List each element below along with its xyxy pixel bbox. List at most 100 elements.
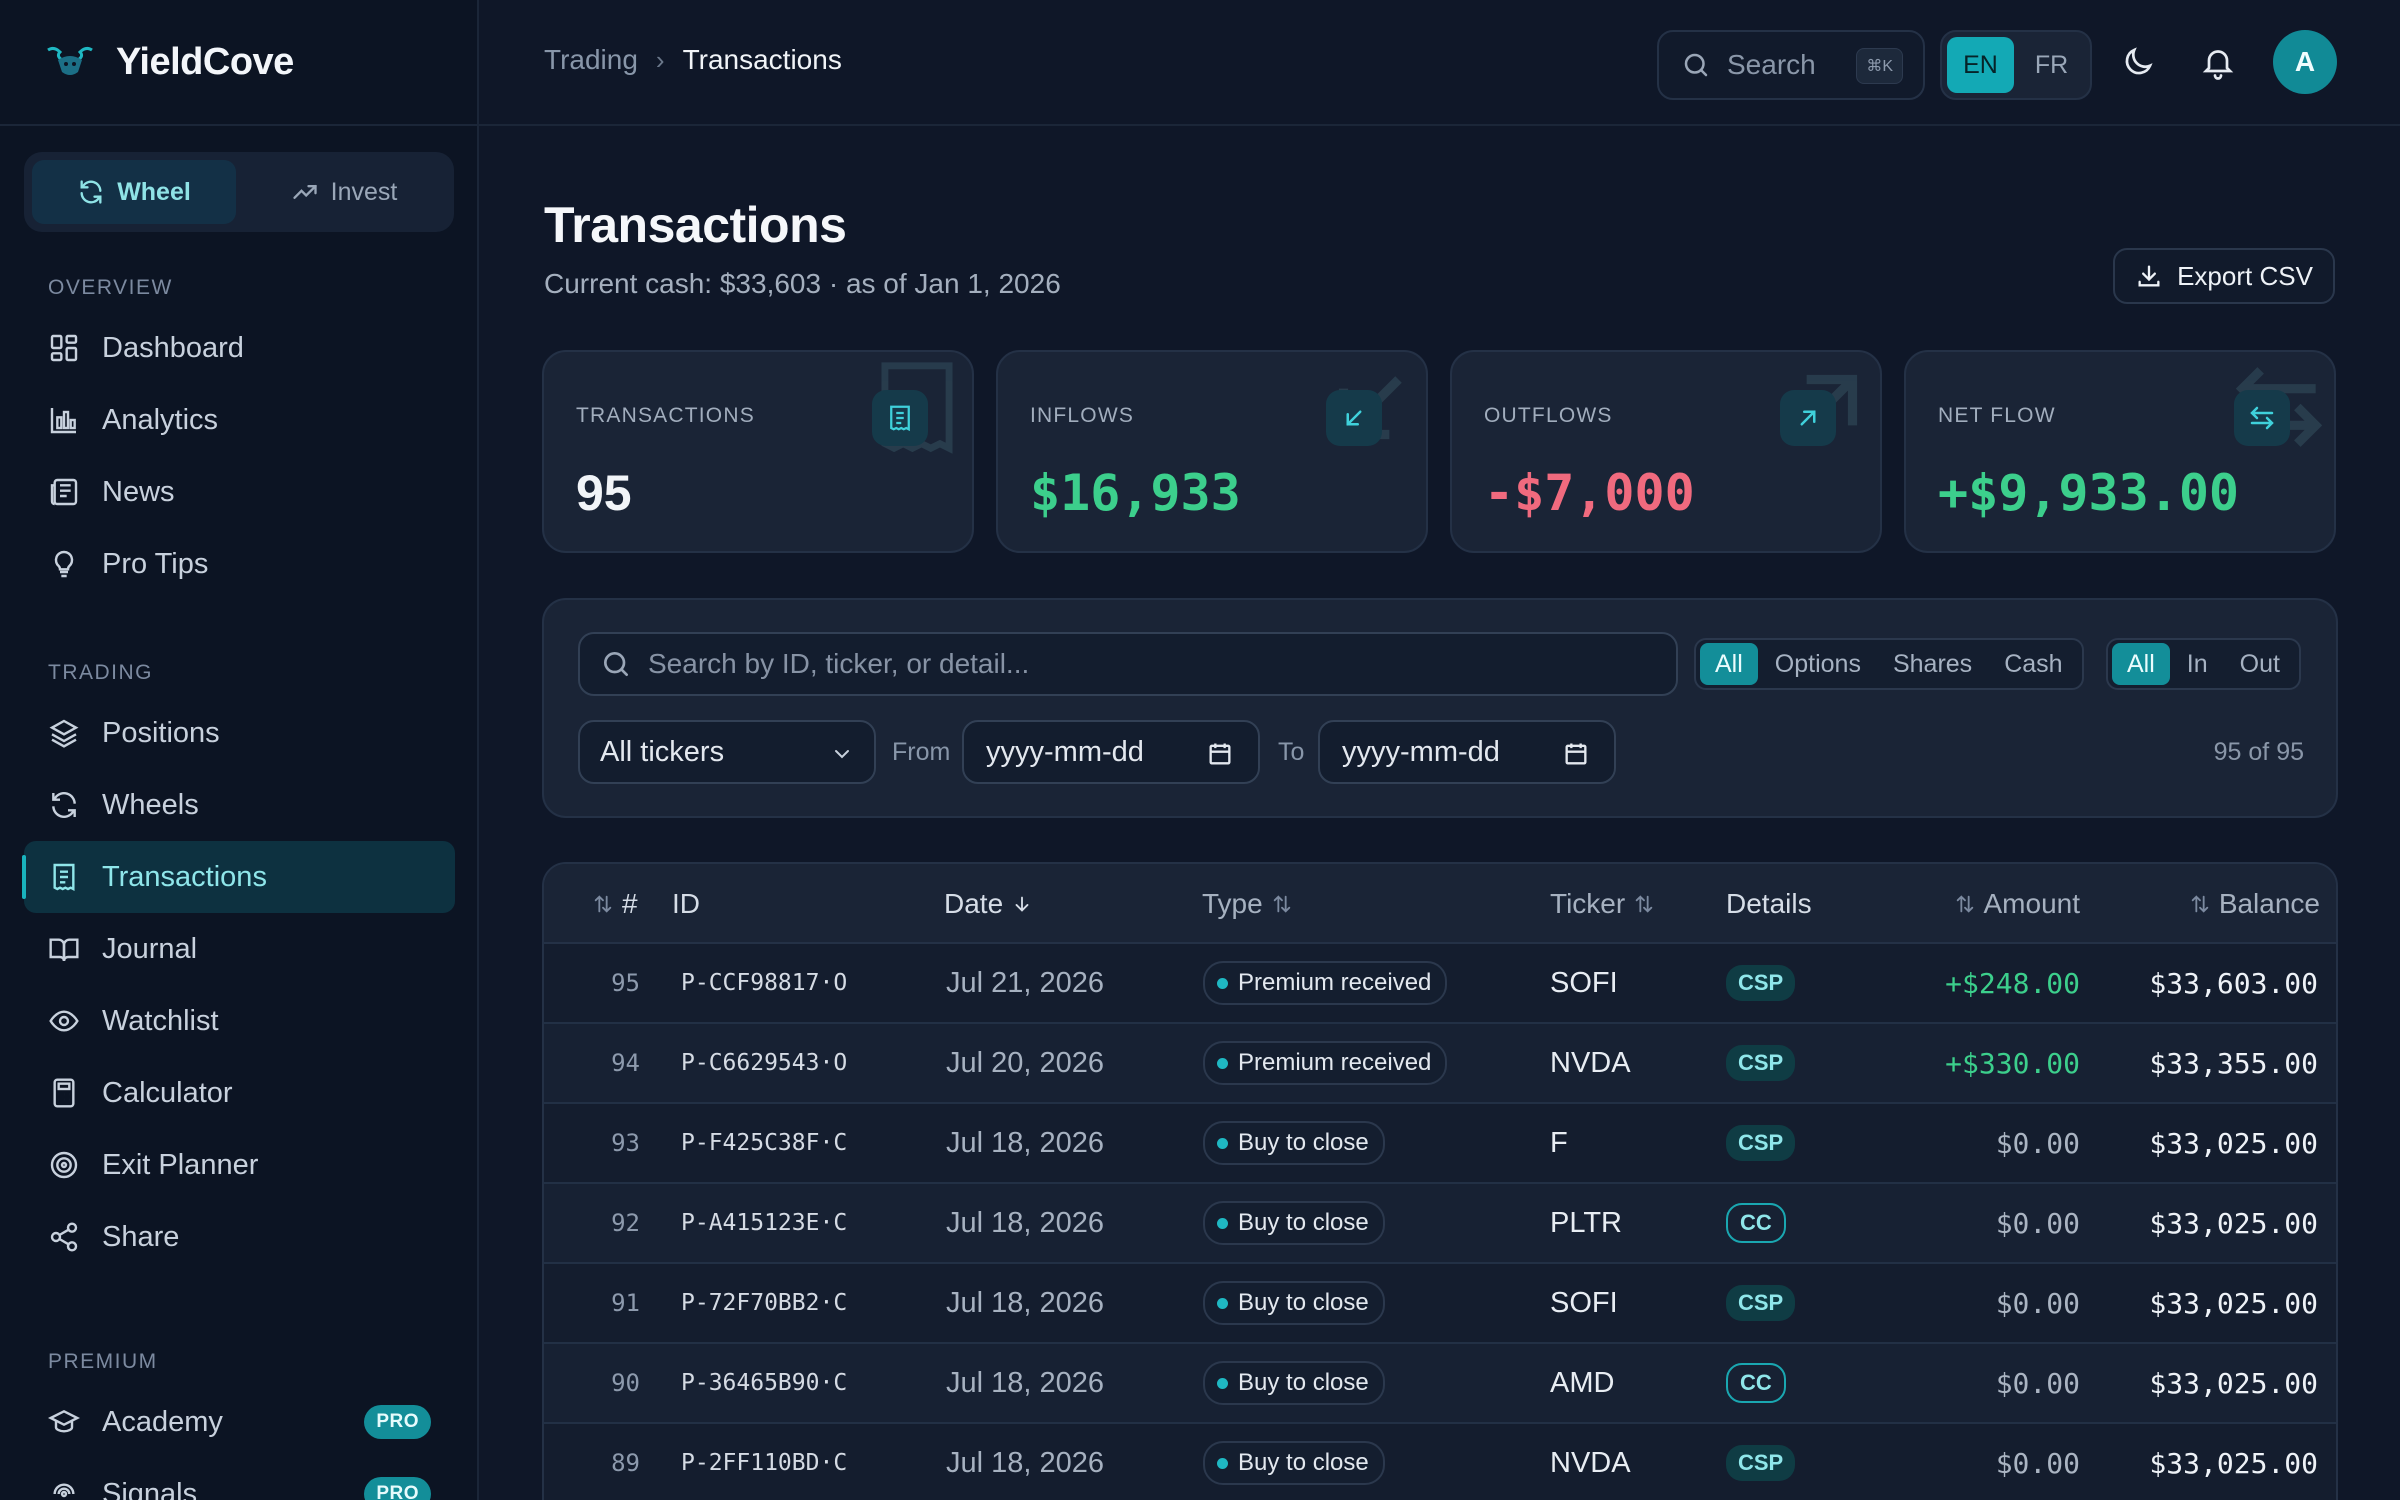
- transaction-id: P-2FF110BD·C: [681, 1450, 848, 1476]
- refresh-icon: [80, 180, 102, 204]
- nav-heading-overview: OVERVIEW: [48, 276, 173, 299]
- type-label: Premium received: [1238, 969, 1432, 996]
- sidebar-item-label: Analytics: [102, 403, 219, 436]
- status-dot: [1217, 1377, 1228, 1389]
- direction-all-button[interactable]: All: [2112, 643, 2170, 685]
- pro-badge: PRO: [364, 1405, 431, 1439]
- transaction-type: Buy to close: [1203, 1104, 1385, 1182]
- transaction-type: Buy to close: [1203, 1184, 1385, 1262]
- table-row[interactable]: 91 P-72F70BB2·C Jul 18, 2026 Buy to close SO…: [544, 1264, 2336, 1344]
- stat-value: -$7,000: [1484, 464, 1695, 522]
- from-date-placeholder: yyyy-mm-dd: [986, 735, 1144, 768]
- transaction-id: P-F425C38F·C: [681, 1130, 848, 1156]
- language-fr-button[interactable]: FR: [2018, 37, 2085, 93]
- balance: $33,025.00: [2149, 1206, 2318, 1240]
- strategy-tag: CSP: [1726, 965, 1796, 1001]
- column-header-details: Details: [1726, 888, 1812, 920]
- balance: $33,025.00: [2149, 1446, 2318, 1480]
- sidebar-item-wheels[interactable]: Wheels: [24, 769, 455, 841]
- dashboard-icon: [50, 334, 78, 362]
- details: CC: [1726, 1184, 1786, 1262]
- column-label: Details: [1726, 888, 1812, 919]
- transaction-type: Buy to close: [1203, 1424, 1385, 1500]
- ticker-select[interactable]: All tickers: [578, 720, 876, 784]
- graduation-cap-icon: [48, 1409, 80, 1433]
- amount: +$248.00: [1945, 966, 2080, 1000]
- transaction-date: Jul 18, 2026: [946, 1126, 1105, 1159]
- transaction-search-input[interactable]: Search by ID, ticker, or detail...: [578, 632, 1678, 696]
- column-header-id[interactable]: ID: [672, 888, 700, 920]
- column-header-amount[interactable]: Amount: [1954, 888, 2081, 920]
- nav-section-overview: OVERVIEW Dashboard Analytics News Pro Ti…: [0, 268, 479, 600]
- column-header-ticker[interactable]: Ticker: [1550, 888, 1655, 920]
- sidebar-item-watchlist[interactable]: Watchlist: [24, 985, 455, 1057]
- chevron-right-icon: ›: [655, 44, 665, 75]
- sidebar-item-journal[interactable]: Journal: [24, 913, 455, 985]
- calendar-icon: [1565, 743, 1587, 765]
- details: CSP: [1726, 1104, 1796, 1182]
- kind-all-button[interactable]: All: [1700, 643, 1758, 685]
- direction-out-button[interactable]: Out: [2225, 643, 2295, 685]
- sidebar-item-label: Journal: [102, 932, 198, 965]
- sidebar-item-calculator[interactable]: Calculator: [24, 1057, 455, 1129]
- language-en-button[interactable]: EN: [1947, 37, 2014, 93]
- sidebar-item-label: Positions: [102, 716, 220, 749]
- row-number: 90: [611, 1369, 640, 1397]
- transaction-type: Premium received: [1203, 1024, 1448, 1102]
- export-csv-button[interactable]: Export CSV: [2113, 248, 2335, 304]
- sidebar-item-signals[interactable]: Signals PRO: [24, 1458, 455, 1500]
- kind-filter: All Options Shares Cash: [1694, 638, 2084, 690]
- sidebar-item-exit-planner[interactable]: Exit Planner: [24, 1129, 455, 1201]
- column-header-num[interactable]: #: [592, 888, 638, 920]
- global-search-button[interactable]: Search ⌘K: [1657, 30, 1925, 100]
- table-row[interactable]: 92 P-A415123E·C Jul 18, 2026 Buy to close PL…: [544, 1184, 2336, 1264]
- column-header-balance[interactable]: Balance: [2189, 888, 2320, 920]
- sidebar-item-share[interactable]: Share: [24, 1201, 455, 1273]
- type-pill: Buy to close: [1203, 1121, 1385, 1165]
- to-date-input[interactable]: yyyy-mm-dd: [1318, 720, 1616, 784]
- avatar[interactable]: A: [2273, 30, 2337, 94]
- breadcrumb-trading[interactable]: Trading: [544, 44, 638, 76]
- table-row[interactable]: 93 P-F425C38F·C Jul 18, 2026 Buy to close F C…: [544, 1104, 2336, 1184]
- sidebar-item-news[interactable]: News: [24, 456, 455, 528]
- amount: $0.00: [1995, 1126, 2080, 1160]
- amount: +$330.00: [1945, 1046, 2080, 1080]
- theme-toggle-button[interactable]: [2116, 40, 2160, 84]
- sidebar-item-pro-tips[interactable]: Pro Tips: [24, 528, 455, 600]
- kind-shares-button[interactable]: Shares: [1878, 643, 1987, 685]
- sidebar-item-positions[interactable]: Positions: [24, 697, 455, 769]
- trending-up-icon: [292, 185, 317, 199]
- share-icon: [50, 1222, 78, 1252]
- brand[interactable]: YieldCove: [0, 0, 477, 126]
- sidebar-item-analytics[interactable]: Analytics: [24, 384, 455, 456]
- notifications-button[interactable]: [2196, 40, 2240, 84]
- column-header-type[interactable]: Type: [1202, 888, 1293, 920]
- sidebar-item-label: Calculator: [102, 1076, 233, 1109]
- search-icon: [604, 652, 628, 676]
- strategy-tag: CSP: [1726, 1045, 1796, 1081]
- table-row[interactable]: 90 P-36465B90·C Jul 18, 2026 Buy to close AM…: [544, 1344, 2336, 1424]
- row-number: 89: [611, 1449, 640, 1477]
- status-dot: [1217, 1137, 1228, 1149]
- sidebar-item-transactions[interactable]: Transactions: [22, 841, 455, 913]
- kind-cash-button[interactable]: Cash: [1989, 643, 2077, 685]
- column-label: Amount: [1983, 888, 2081, 919]
- status-dot: [1217, 1057, 1228, 1069]
- stat-label: INFLOWS: [1030, 404, 1135, 427]
- receipt-icon: [890, 405, 910, 432]
- status-dot: [1217, 977, 1228, 989]
- table-row[interactable]: 94 P-C6629543·O Jul 20, 2026 Premium receiv…: [544, 1024, 2336, 1104]
- mode-invest-button[interactable]: Invest: [242, 160, 446, 224]
- table-row[interactable]: 95 P-CCF98817·O Jul 21, 2026 Premium receiv…: [544, 944, 2336, 1024]
- table-row[interactable]: 89 P-2FF110BD·C Jul 18, 2026 Buy to close NV…: [544, 1424, 2336, 1500]
- balance: $33,025.00: [2149, 1126, 2318, 1160]
- global-search-label: Search: [1727, 49, 1816, 80]
- sidebar-item-dashboard[interactable]: Dashboard: [24, 312, 455, 384]
- direction-in-button[interactable]: In: [2172, 643, 2223, 685]
- kind-options-button[interactable]: Options: [1760, 643, 1876, 685]
- column-header-date[interactable]: Date: [944, 888, 1033, 920]
- mode-wheel-button[interactable]: Wheel: [32, 160, 236, 224]
- from-date-input[interactable]: yyyy-mm-dd: [962, 720, 1260, 784]
- sidebar-item-academy[interactable]: Academy PRO: [24, 1386, 455, 1458]
- sort-icon: [1956, 895, 1973, 913]
